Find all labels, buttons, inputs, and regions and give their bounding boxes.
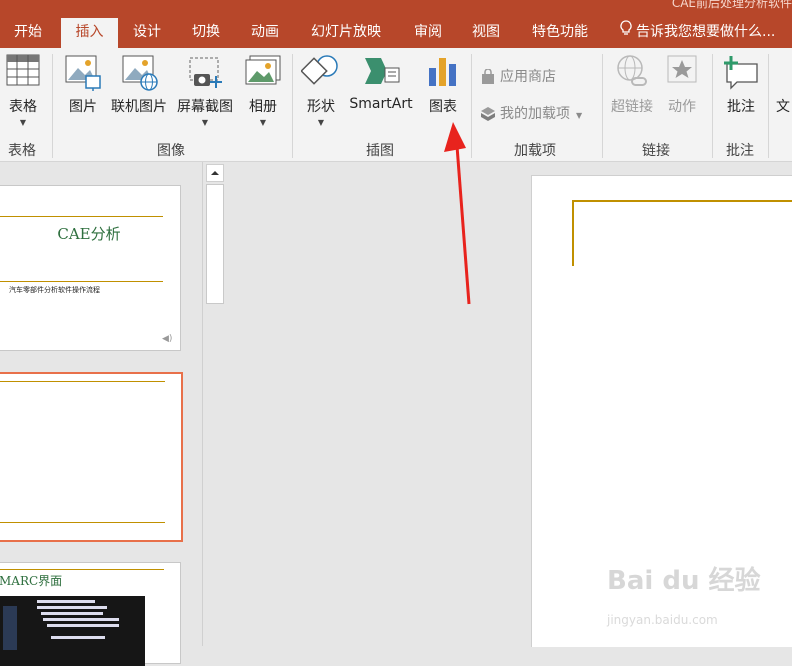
text-label: 文	[776, 99, 790, 115]
comment-button[interactable]: 批注	[718, 48, 764, 132]
chevron-down-icon: ▼	[576, 111, 583, 120]
hyperlink-label: 超链接	[611, 99, 653, 115]
slide3-title: MARC界面	[0, 574, 63, 588]
group-label-comments: 批注	[726, 143, 754, 159]
tell-me-box[interactable]: 告诉我您想要做什么...	[620, 18, 775, 48]
online-picture-icon	[119, 54, 159, 96]
star-action-icon	[666, 54, 698, 88]
window-title: CAE前后处理分析软件	[671, 0, 792, 10]
group-separator	[52, 54, 53, 158]
chevron-down-icon: ▼	[317, 118, 325, 127]
group-label-addins: 加载项	[514, 143, 556, 159]
software-screenshot-image	[0, 596, 145, 666]
shapes-label: 形状	[307, 99, 335, 115]
group-separator	[712, 54, 713, 158]
group-label-links: 链接	[642, 143, 670, 159]
subtitle-rule	[0, 281, 163, 282]
group-separator	[292, 54, 293, 158]
title-placeholder-top-rule	[573, 200, 792, 202]
shapes-button[interactable]: 形状 ▼	[298, 48, 344, 132]
title-bar: CAE前后处理分析软件	[0, 0, 792, 18]
table-icon	[6, 54, 40, 90]
group-label-tables: 表格	[8, 143, 36, 159]
ribbon-tab-bar: 开始 插入 设计 切换 动画 幻灯片放映 审阅 视图 特色功能 告诉我您想要做什…	[0, 18, 792, 48]
tab-insert[interactable]: 插入	[61, 18, 118, 48]
table-button[interactable]: 表格 ▼	[0, 48, 46, 132]
title-rule	[0, 216, 163, 217]
tab-transitions[interactable]: 切换	[192, 18, 220, 48]
slide1-title: CAE分析	[57, 225, 121, 243]
slide-thumbnail-3[interactable]: MARC界面	[0, 562, 181, 666]
title-rule	[0, 381, 165, 382]
group-separator	[602, 54, 603, 158]
picture-label: 图片	[69, 99, 97, 115]
screenshot-button[interactable]: 屏幕截图 ▼	[174, 48, 236, 132]
comment-label: 批注	[727, 99, 755, 115]
tab-view[interactable]: 视图	[472, 18, 500, 48]
action-label: 动作	[668, 99, 696, 115]
baidu-watermark: Bai du 经验	[607, 566, 761, 596]
addins-icon	[480, 106, 496, 122]
tab-review[interactable]: 审阅	[414, 18, 442, 48]
screenshot-label: 屏幕截图	[177, 99, 233, 115]
store-icon	[480, 68, 496, 85]
store-button[interactable]: 应用商店	[480, 66, 556, 86]
chevron-down-icon: ▼	[19, 118, 27, 127]
smartart-icon	[361, 54, 401, 92]
tab-home[interactable]: 开始	[14, 18, 42, 48]
tab-design[interactable]: 设计	[133, 18, 161, 48]
watermark-url: jingyan.baidu.com	[607, 613, 718, 627]
my-addins-label: 我的加载项	[500, 106, 570, 122]
comment-icon	[721, 54, 761, 94]
group-label-images: 图像	[157, 143, 185, 159]
tab-features[interactable]: 特色功能	[532, 18, 588, 48]
slide-thumbnail-1[interactable]: CAE分析 汽车零部件分析软件操作流程 ◀)	[0, 185, 181, 351]
photo-album-button[interactable]: 相册 ▼	[240, 48, 286, 132]
online-picture-label: 联机图片	[111, 99, 167, 115]
store-label: 应用商店	[500, 69, 556, 85]
picture-icon	[64, 54, 102, 96]
picture-button[interactable]: 图片	[60, 48, 106, 132]
tab-animations[interactable]: 动画	[251, 18, 279, 48]
action-button[interactable]: 动作	[660, 48, 704, 132]
chevron-down-icon: ▼	[201, 118, 209, 127]
hyperlink-icon	[614, 54, 650, 94]
shapes-icon	[300, 54, 341, 94]
photo-album-icon	[244, 54, 282, 92]
smartart-label: SmartArt	[349, 96, 413, 112]
tab-slideshow[interactable]: 幻灯片放映	[311, 18, 381, 48]
slide-thumbnail-2[interactable]	[0, 372, 183, 542]
scroll-up-button[interactable]	[206, 164, 224, 182]
group-separator	[768, 54, 769, 158]
hyperlink-button[interactable]: 超链接	[606, 48, 658, 132]
text-button[interactable]: 文	[774, 48, 792, 132]
bar-chart-icon	[426, 54, 460, 92]
lightbulb-icon	[620, 18, 632, 46]
table-label: 表格	[9, 99, 37, 115]
ribbon: 表格 ▼ 图片 联机图片 屏幕截图 ▼ 相册 ▼ 形状 ▼ SmartArt 图…	[0, 48, 792, 162]
screenshot-icon	[186, 54, 224, 96]
scrollbar-thumb[interactable]	[206, 184, 224, 304]
smartart-button[interactable]: SmartArt	[346, 48, 416, 132]
chevron-down-icon: ▼	[259, 118, 267, 127]
speaker-icon: ◀)	[162, 334, 173, 344]
photo-album-label: 相册	[249, 99, 277, 115]
slide-thumbnail-pane: CAE分析 汽车零部件分析软件操作流程 ◀) MARC界面	[0, 162, 202, 666]
title-placeholder-left-rule	[572, 200, 574, 266]
online-picture-button[interactable]: 联机图片	[108, 48, 170, 132]
bottom-rule	[0, 522, 165, 523]
chart-label: 图表	[429, 99, 457, 115]
annotation-arrow-icon	[444, 122, 471, 305]
thumbnail-scrollbar[interactable]	[202, 162, 225, 646]
my-addins-button[interactable]: 我的加载项 ▼	[480, 103, 582, 123]
slide1-subtitle: 汽车零部件分析软件操作流程	[9, 286, 100, 294]
group-label-illustrations: 插图	[366, 143, 394, 159]
tell-me-text: 告诉我您想要做什么...	[636, 24, 776, 40]
title-rule	[0, 569, 164, 570]
